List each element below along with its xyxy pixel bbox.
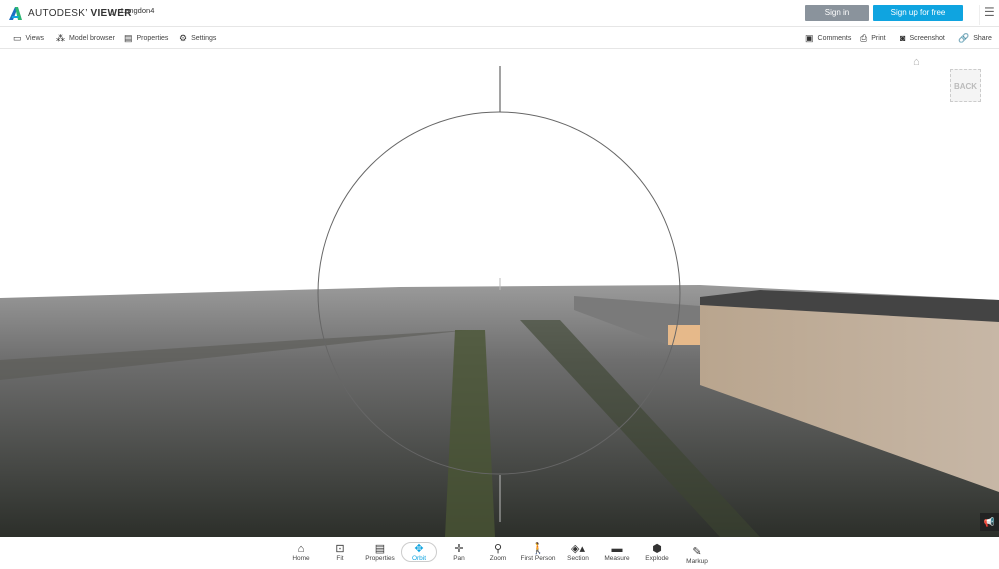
- cube-icon: ⬢: [652, 543, 662, 555]
- sign-up-button[interactable]: Sign up for free: [873, 5, 963, 21]
- orbit-icon: ✥: [414, 543, 424, 555]
- print-button[interactable]: ⎙ Print: [860, 33, 886, 44]
- link-icon: 🔗: [958, 33, 970, 43]
- label: Home: [292, 555, 310, 562]
- home-icon: ⌂: [297, 543, 305, 555]
- label: Model browser: [69, 35, 115, 42]
- person-icon: 🚶: [531, 543, 545, 555]
- label: First Person: [520, 555, 556, 562]
- tool-home[interactable]: ⌂ Home: [279, 543, 323, 562]
- comment-icon: ▣: [805, 33, 814, 43]
- tool-measure[interactable]: ▬ Measure: [595, 543, 639, 562]
- views-button[interactable]: ▭ Views: [13, 33, 44, 44]
- label: Measure: [604, 555, 630, 562]
- header: AUTODESK’ VIEWER › Langdon4 Sign in Sign…: [0, 0, 999, 27]
- tool-section[interactable]: ◈▴ Section: [556, 543, 600, 562]
- label: Share: [973, 35, 992, 42]
- label: Properties: [365, 555, 395, 562]
- tool-explode[interactable]: ⬢ Explode: [635, 543, 679, 562]
- share-button[interactable]: 🔗 Share: [958, 33, 992, 44]
- label: Settings: [191, 35, 217, 42]
- hierarchy-icon: ⁂: [56, 33, 65, 43]
- autodesk-logo-icon: [9, 7, 22, 20]
- viewcube-back[interactable]: BACK: [950, 69, 981, 102]
- gear-icon: ⚙: [179, 33, 188, 43]
- section-icon: ◈▴: [571, 543, 585, 555]
- home-view-icon[interactable]: ⌂: [913, 56, 920, 68]
- 3d-viewport[interactable]: ⌂ BACK 📢: [0, 50, 999, 537]
- tool-properties[interactable]: ▤ Properties: [358, 543, 402, 562]
- fit-icon: ⊡: [335, 543, 345, 555]
- tool-orbit[interactable]: ✥ Orbit: [401, 542, 437, 562]
- label: Fit: [336, 555, 344, 562]
- app-title[interactable]: AUTODESK’ VIEWER: [28, 8, 132, 19]
- toolbar: ▭ Views ⁂ Model browser ▤ Properties ⚙ Setti…: [0, 28, 999, 49]
- breadcrumb[interactable]: Langdon4: [121, 6, 154, 15]
- tool-zoom[interactable]: ⚲ Zoom: [476, 543, 520, 562]
- properties-button[interactable]: ▤ Properties: [124, 33, 168, 44]
- properties-icon: ▤: [124, 33, 133, 43]
- label: Screenshot: [909, 34, 945, 42]
- label: Comments: [817, 35, 852, 42]
- model-browser-button[interactable]: ⁂ Model browser: [56, 33, 115, 44]
- navigation-toolbar: ⌂ Home ⊡ Fit ▤ Properties ✥ Orbit ✛ Pan ⚲ Zoom…: [0, 537, 999, 569]
- label: Properties: [136, 35, 169, 42]
- zoom-icon: ⚲: [493, 543, 503, 555]
- pan-icon: ✛: [454, 543, 464, 555]
- label: Pan: [453, 555, 465, 562]
- label: Explode: [645, 555, 669, 562]
- label: Orbit: [411, 555, 427, 562]
- printer-icon: ⎙: [860, 33, 868, 43]
- label: Zoom: [489, 555, 507, 562]
- tool-fit[interactable]: ⊡ Fit: [318, 543, 362, 562]
- settings-button[interactable]: ⚙ Settings: [179, 33, 216, 44]
- model-scene: [0, 66, 999, 537]
- comments-button[interactable]: ▣ Comments: [805, 33, 851, 44]
- hamburger-menu-icon[interactable]: ☰: [979, 5, 995, 25]
- tool-pan[interactable]: ✛ Pan: [437, 543, 481, 562]
- tool-markup[interactable]: ✎ Markup: [675, 546, 719, 565]
- camera-icon: ◙: [900, 33, 906, 43]
- chevron-right-icon: ›: [111, 7, 115, 19]
- brand-prefix: AUTODESK: [28, 8, 86, 19]
- sign-in-button[interactable]: Sign in: [805, 5, 869, 21]
- properties-icon: ▤: [374, 543, 386, 555]
- label: Markup: [686, 558, 708, 565]
- label: Print: [871, 35, 886, 42]
- tool-first-person[interactable]: 🚶 First Person: [516, 543, 560, 562]
- label: Section: [567, 555, 589, 562]
- feedback-megaphone-icon[interactable]: 📢: [980, 513, 999, 531]
- ruler-icon: ▬: [611, 543, 623, 555]
- pen-icon: ✎: [692, 546, 702, 558]
- label: Views: [25, 35, 45, 42]
- monitor-icon: ▭: [13, 33, 22, 43]
- screenshot-button[interactable]: ◙ Screenshot: [900, 33, 945, 43]
